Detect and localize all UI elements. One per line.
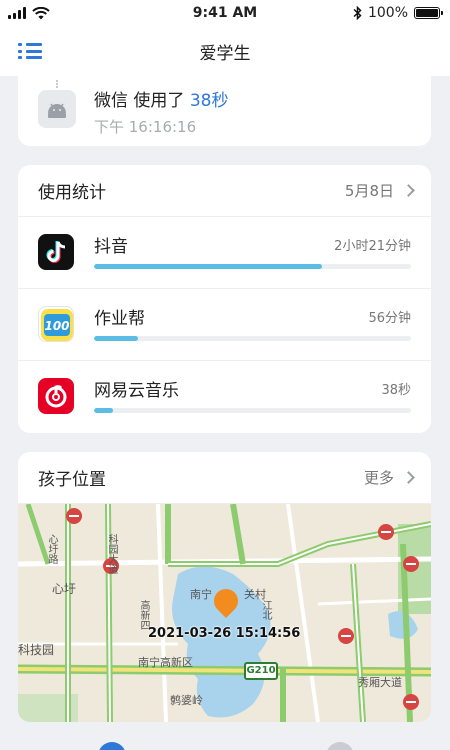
app-usage-time: 2小时21分钟 [334, 239, 411, 254]
wifi-icon [32, 6, 50, 19]
usage-date: 5月8日 [344, 182, 394, 200]
more-label: 更多 [363, 469, 394, 487]
svg-text:100: 100 [44, 319, 69, 333]
netease-music-icon [38, 378, 74, 414]
no-entry-icon [403, 694, 419, 710]
usage-progress-bar [94, 336, 139, 341]
usage-date-selector[interactable]: 5月8日 [344, 180, 415, 201]
usage-progress-track [94, 264, 411, 269]
app-name: 抖音 [94, 237, 128, 257]
signal-icon [8, 7, 26, 19]
nav-bar: 爱学生 [0, 26, 450, 76]
map-label: 江北 [260, 600, 271, 620]
no-entry-icon [403, 556, 419, 572]
app-row-douyin[interactable]: 抖音 2小时21分钟 [18, 217, 431, 289]
app-name: 网易云音乐 [94, 381, 179, 401]
zuoyebang-icon: 100 [38, 306, 74, 342]
notification-duration: 38秒 [189, 91, 229, 111]
map-label: 科技园 [18, 643, 55, 657]
map-label: 南宁高新区 [138, 656, 193, 669]
usage-progress-track [94, 336, 411, 341]
battery-icon [414, 7, 443, 19]
usage-stats-header[interactable]: 使用统计 5月8日 [18, 165, 431, 217]
douyin-icon [38, 234, 74, 270]
map-label: 心圩 [52, 582, 77, 596]
menu-icon[interactable] [18, 41, 44, 61]
location-timestamp: 2021-03-26 15:14:56 [148, 626, 301, 641]
app-name: 作业帮 [94, 309, 145, 329]
notification-time: 下午 16:16:16 [94, 118, 197, 136]
tab-bar-icon[interactable] [326, 742, 354, 750]
bluetooth-icon [353, 6, 362, 20]
no-entry-icon [338, 628, 354, 644]
location-header[interactable]: 孩子位置 更多 [18, 452, 431, 504]
page-title: 爱学生 [199, 43, 251, 64]
notification-text: 微信 使用了 38秒 [94, 86, 228, 111]
app-row-zuoyebang[interactable]: 100 作业帮 56分钟 [18, 289, 431, 361]
map-label: 心圩路 [46, 534, 57, 564]
notification-app: 微信 [94, 91, 128, 111]
location-map[interactable]: 南宁 关村 心圩 科技园 南宁高新区 秀厢大道 鹩婆岭 科园大道 高新四 心圩路… [18, 504, 431, 722]
route-badge: G210 [244, 662, 278, 680]
tab-bar-icon[interactable] [98, 742, 126, 750]
usage-progress-track [94, 408, 411, 413]
usage-stats-title: 使用统计 [38, 183, 106, 203]
child-location-card: 孩子位置 更多 南宁 关村 心圩 科技园 南宁高新区 秀厢大道 鹩婆岭 科园大道… [18, 452, 431, 722]
chevron-right-icon [402, 184, 415, 197]
notification-card[interactable]: 微信 使用了 38秒 下午 16:16:16 [18, 76, 431, 146]
map-label: 科园大道 [106, 534, 117, 574]
app-usage-time: 38秒 [381, 383, 411, 398]
notification-action: 使用了 [133, 91, 185, 111]
no-entry-icon [378, 524, 394, 540]
status-bar: 9:41 AM 100% [0, 0, 450, 26]
location-title: 孩子位置 [38, 470, 106, 490]
map-label: 南宁 [190, 588, 212, 601]
timeline-dots [56, 80, 58, 88]
usage-progress-bar [94, 264, 323, 269]
chevron-right-icon [402, 471, 415, 484]
usage-stats-card: 使用统计 5月8日 抖音 2小时21分钟 100 作业帮 56分钟 网易云音乐 … [18, 165, 431, 433]
more-link[interactable]: 更多 [363, 467, 415, 488]
status-right: 100% [353, 5, 443, 21]
no-entry-icon [66, 508, 82, 524]
android-icon [38, 90, 76, 128]
battery-percent: 100% [367, 5, 408, 21]
app-row-netease-music[interactable]: 网易云音乐 38秒 [18, 361, 431, 433]
map-label: 鹩婆岭 [170, 694, 203, 707]
map-label: 秀厢大道 [358, 676, 402, 689]
app-usage-time: 56分钟 [368, 311, 411, 326]
usage-progress-bar [94, 408, 114, 413]
status-left [8, 6, 50, 20]
